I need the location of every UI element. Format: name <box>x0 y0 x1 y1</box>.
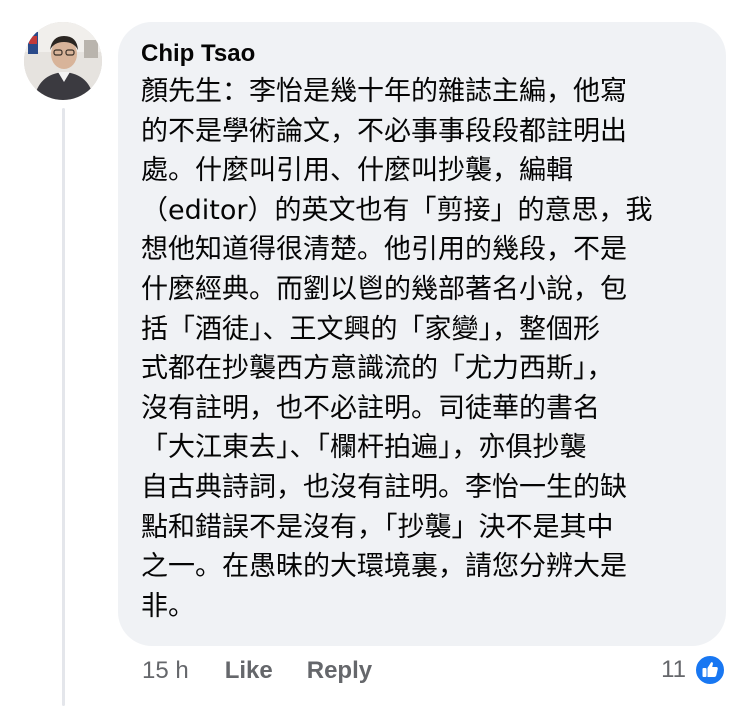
comment-line: 處。什麼叫引用、什麼叫抄襲，編輯 <box>141 155 573 187</box>
reply-thread-line <box>62 108 65 706</box>
comment-actions: 15 h Like Reply <box>142 654 406 688</box>
comment-line: 自古典詩詞，也沒有註明。李怡一生的缺 <box>141 471 627 503</box>
comment-bubble: Chip Tsao 顏先生：李怡是幾十年的雜誌主編，他寫 的不是學術論文，不必事… <box>118 22 726 646</box>
comment-line: 式都在抄襲西方意識流的「尤力西斯」， <box>141 353 614 385</box>
reply-button[interactable]: Reply <box>307 657 372 685</box>
comment-line: 顏先生：李怡是幾十年的雜誌主編，他寫 <box>141 76 627 107</box>
comment-line: 括「酒徒」、王文興的「家變」，整個形 <box>141 313 600 345</box>
comment-line: 的不是學術論文，不必事事段段都註明出 <box>141 115 627 147</box>
reaction-count: 11 <box>661 656 686 683</box>
avatar-photo <box>24 22 102 100</box>
comment-line: （editor）的英文也有「剪接」的意思，我 <box>141 194 653 226</box>
comment-line: 非。 <box>141 590 195 622</box>
comment-line: 想他知道得很清楚。他引用的幾段，不是 <box>141 234 627 266</box>
comment-line: 「大江東去」、「欄杆拍遍」，亦俱抄襲 <box>141 432 587 464</box>
avatar[interactable] <box>24 22 102 100</box>
comment-line: 什麼經典。而劉以鬯的幾部著名小說，包 <box>141 273 627 305</box>
comment-timestamp[interactable]: 15 h <box>142 657 189 685</box>
comment-body: 顏先生：李怡是幾十年的雜誌主編，他寫 的不是學術論文，不必事事段段都註明出 處。… <box>141 72 711 626</box>
comment-line: 點和錯誤不是沒有，「抄襲」決不是其中 <box>141 511 614 543</box>
like-button[interactable]: Like <box>225 657 273 685</box>
comment-line: 沒有註明，也不必註明。司徒華的書名 <box>141 392 600 424</box>
comment-author-name[interactable]: Chip Tsao <box>141 40 255 68</box>
comment-line: 之一。在愚昧的大環境裏，請您分辨大是 <box>141 551 627 583</box>
like-thumbs-up-icon <box>694 654 726 686</box>
reaction-summary[interactable]: 11 <box>661 652 726 688</box>
